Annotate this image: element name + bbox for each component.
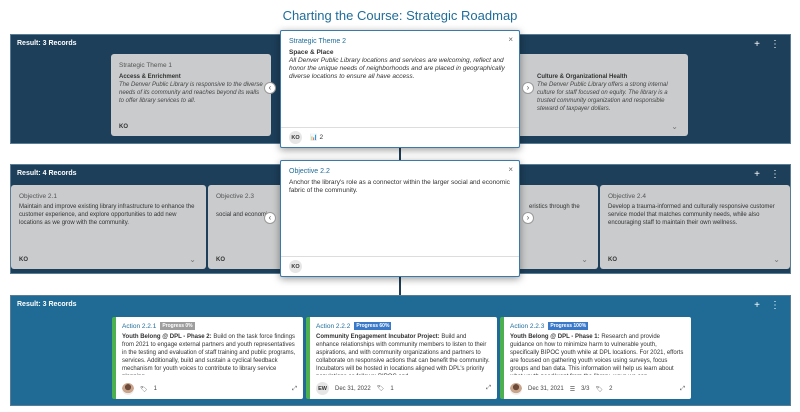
- progress-badge: Progress 0%: [160, 322, 195, 330]
- band-result-count: Result: 3 Records: [17, 301, 77, 308]
- carousel-prev-icon[interactable]: ‹: [264, 212, 276, 224]
- chart-icon: 📊: [310, 135, 318, 141]
- avatar: [122, 383, 134, 395]
- objective-popup[interactable]: Objective 2.2 × Anchor the library's rol…: [280, 160, 520, 277]
- action-card[interactable]: Action 2.2.1 Progress 0% Youth Belong @ D…: [112, 317, 303, 399]
- popup-title: Objective 2.2: [289, 168, 330, 175]
- tag-count: 1: [390, 385, 394, 392]
- action-heading: Community Engagement Incubator Project:: [316, 334, 440, 340]
- chevron-down-icon[interactable]: ⌄: [773, 255, 780, 264]
- theme-popup[interactable]: Strategic Theme 2 × Space & Place All De…: [280, 30, 520, 148]
- add-icon[interactable]: +: [754, 169, 760, 180]
- owner-initials: KO: [119, 124, 128, 130]
- popup-heading: Space & Place: [289, 49, 334, 56]
- chevron-down-icon[interactable]: ⌄: [581, 255, 588, 264]
- action-text: Build on the task force findings from 20…: [122, 334, 296, 375]
- objective-card[interactable]: Objective 2.1 Maintain and improve exist…: [11, 185, 206, 269]
- card-title: Strategic Theme 1: [119, 62, 172, 69]
- card-heading: Culture & Organizational Health: [537, 74, 628, 80]
- action-title: Action 2.2.1: [122, 322, 157, 330]
- avatar: [510, 383, 522, 395]
- progress-badge: Progress 100%: [548, 322, 589, 330]
- action-card[interactable]: Action 2.2.2 Progress 60% Community Engag…: [306, 317, 497, 399]
- due-date: Dec 31, 2022: [335, 385, 371, 392]
- expand-icon[interactable]: ⤢: [292, 386, 297, 393]
- expand-icon[interactable]: ⤢: [680, 386, 685, 393]
- connector-line: [399, 277, 401, 295]
- card-text: The Denver Public Library offers a stron…: [537, 82, 668, 112]
- card-title: Objective 2.1: [19, 193, 57, 200]
- card-heading: Access & Enrichment: [119, 74, 181, 80]
- card-title: Objective 2.3: [216, 193, 254, 200]
- objective-card[interactable]: Objective 2.4 Develop a trauma-informed …: [600, 185, 790, 269]
- card-text: Maintain and improve existing library in…: [19, 204, 195, 226]
- chevron-down-icon[interactable]: ⌄: [189, 255, 196, 264]
- band-result-count: Result: 4 Records: [17, 170, 77, 177]
- card-text: Develop a trauma-informed and culturally…: [608, 204, 775, 226]
- add-icon[interactable]: +: [754, 39, 760, 50]
- action-heading: Youth Belong @ DPL - Phase 2:: [122, 334, 212, 340]
- owner-initials: KO: [19, 257, 28, 263]
- action-text: Build and enhance relationships with com…: [316, 334, 490, 375]
- action-title: Action 2.2.2: [316, 322, 351, 330]
- avatar: KO: [289, 260, 302, 273]
- card-title: Objective 2.4: [608, 193, 646, 200]
- theme-card[interactable]: Strategic Theme 1 Access & Enrichment Th…: [111, 54, 271, 136]
- theme-card[interactable]: Culture & Organizational Health The Denv…: [511, 54, 688, 136]
- close-icon[interactable]: ×: [508, 35, 513, 44]
- page-title: Charting the Course: Strategic Roadmap: [282, 8, 518, 23]
- carousel-next-icon[interactable]: ›: [522, 212, 534, 224]
- action-title: Action 2.2.3: [510, 322, 545, 330]
- chevron-down-icon[interactable]: ⌄: [671, 122, 678, 131]
- checklist-icon: ☰: [569, 386, 576, 393]
- popup-text: Anchor the library's role as a connector…: [289, 179, 510, 194]
- child-count: 2: [319, 134, 324, 141]
- more-icon[interactable]: ⋮: [770, 300, 780, 311]
- tag-icon: 🏷: [140, 386, 148, 393]
- card-text: The Denver Public Library is responsive …: [119, 82, 263, 104]
- more-icon[interactable]: ⋮: [770, 169, 780, 180]
- more-icon[interactable]: ⋮: [770, 39, 780, 50]
- avatar: EW: [316, 382, 329, 395]
- due-date: Dec 31, 2021: [528, 386, 564, 392]
- close-icon[interactable]: ×: [508, 165, 513, 174]
- tag-count: 2: [609, 386, 613, 392]
- band-result-count: Result: 3 Records: [17, 40, 77, 47]
- action-card[interactable]: Action 2.2.3 Progress 100% Youth Belong @…: [500, 317, 691, 399]
- tag-icon: 🏷: [376, 386, 385, 392]
- card-text: eristics through the: [529, 204, 580, 210]
- avatar: KO: [289, 131, 302, 144]
- owner-initials: KO: [608, 257, 617, 263]
- expand-icon[interactable]: ⤢: [486, 385, 491, 392]
- add-icon[interactable]: +: [754, 300, 760, 311]
- task-count: 3/3: [581, 386, 590, 392]
- owner-initials: KO: [216, 257, 225, 263]
- tag-count: 1: [153, 386, 157, 392]
- progress-badge: Progress 60%: [354, 322, 392, 330]
- popup-text: All Denver Public Library locations and …: [289, 57, 505, 80]
- action-heading: Youth Belong @ DPL - Phase 1:: [510, 334, 600, 340]
- tag-icon: 🏷: [595, 386, 604, 393]
- carousel-next-icon[interactable]: ›: [522, 82, 534, 94]
- popup-title: Strategic Theme 2: [289, 38, 347, 45]
- carousel-prev-icon[interactable]: ‹: [264, 82, 276, 94]
- action-text: Research and provide guidance on how to …: [510, 334, 684, 375]
